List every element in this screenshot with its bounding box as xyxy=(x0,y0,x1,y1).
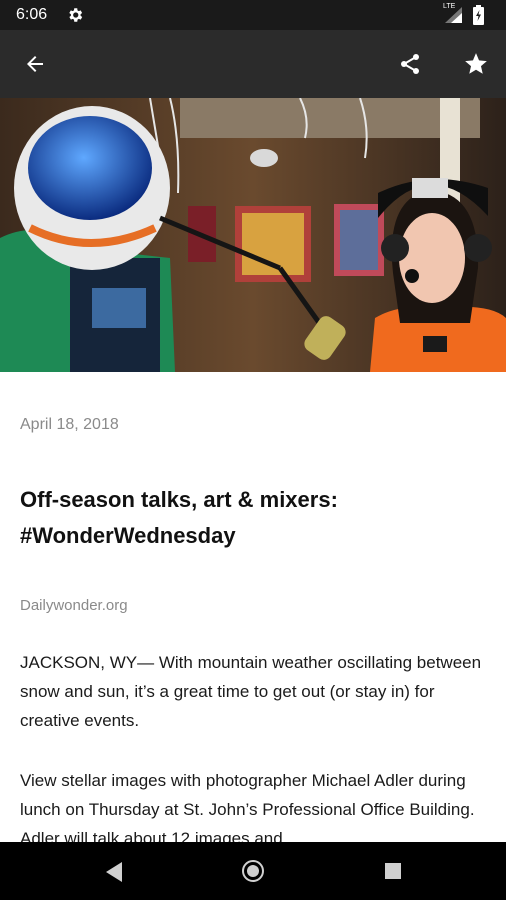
app-bar xyxy=(0,30,506,98)
favorite-button[interactable] xyxy=(456,44,496,84)
article-source[interactable]: Dailywonder.org xyxy=(20,597,128,614)
nav-home-icon[interactable] xyxy=(241,859,265,883)
article-paragraph: View stellar images with photographer Mi… xyxy=(20,771,475,848)
back-button[interactable] xyxy=(15,44,55,84)
signal-icon xyxy=(445,7,462,23)
nav-recents-icon[interactable] xyxy=(384,862,402,880)
share-button[interactable] xyxy=(390,44,430,84)
article-date: April 18, 2018 xyxy=(20,416,119,433)
article-title: Off-season talks, art & mixers: #WonderW… xyxy=(20,487,338,548)
battery-icon xyxy=(473,5,484,25)
share-icon xyxy=(401,54,419,74)
nav-back-icon[interactable] xyxy=(104,861,124,883)
back-arrow-icon xyxy=(27,56,43,72)
star-icon xyxy=(465,53,487,74)
status-bar: 6:06 LTE xyxy=(0,0,506,30)
gear-icon xyxy=(69,8,83,22)
article-paragraph: JACKSON, WY— With mountain weather oscil… xyxy=(20,653,482,730)
article-hero-image xyxy=(0,98,506,372)
hero-photo xyxy=(0,98,506,372)
navigation-bar xyxy=(0,842,506,900)
status-time: 6:06 xyxy=(16,6,48,23)
